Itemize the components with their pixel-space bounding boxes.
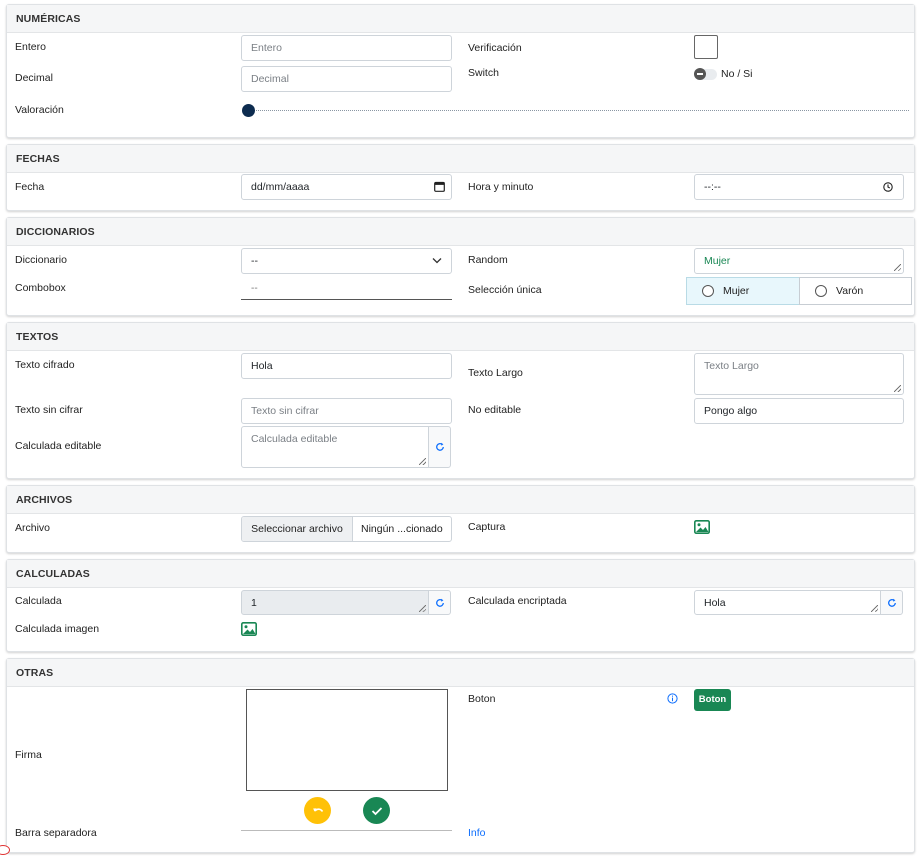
calculada-editable-refresh-button[interactable] (428, 426, 451, 468)
archivo-label: Archivo (15, 522, 51, 534)
info-link[interactable]: Info (468, 827, 486, 839)
verificacion-checkbox[interactable] (694, 35, 718, 59)
entero-label: Entero (15, 41, 46, 53)
resize-handle[interactable] (894, 264, 901, 271)
random-textarea[interactable]: Mujer (694, 248, 904, 274)
chevron-down-icon (432, 257, 442, 264)
no-editable-label: No editable (468, 404, 522, 416)
refresh-icon (887, 598, 897, 608)
calculada-imagen-label: Calculada imagen (15, 623, 100, 635)
info-icon[interactable] (667, 693, 678, 704)
check-icon (371, 806, 383, 816)
switch-knob (694, 68, 706, 80)
resize-handle[interactable] (419, 605, 426, 612)
texto-largo-textarea[interactable]: Texto Largo (694, 353, 904, 395)
no-editable-input: Pongo algo (694, 398, 904, 424)
switch-label: Switch (468, 67, 499, 79)
firma-canvas[interactable] (246, 689, 448, 791)
calculada-editable-textarea[interactable]: Calculada editable (241, 426, 429, 468)
texto-cifrado-input[interactable]: Hola (241, 353, 452, 379)
section-archivos: ARCHIVOS (6, 485, 915, 553)
calculada-refresh-button[interactable] (428, 590, 451, 615)
boton-button[interactable]: Boton (694, 689, 731, 711)
resize-handle[interactable] (871, 605, 878, 612)
fecha-input[interactable]: dd/mm/aaaa (241, 174, 452, 200)
calendar-icon[interactable] (434, 181, 445, 192)
calculada-encriptada-label: Calculada encriptada (468, 595, 567, 607)
section-numericas: NUMÉRICAS (6, 4, 915, 138)
firma-confirm-button[interactable] (363, 797, 390, 824)
switch-text: No / Si (721, 68, 753, 80)
image-icon[interactable] (241, 622, 257, 636)
section-title-otras: OTRAS (7, 659, 914, 687)
barra-separadora-line (241, 830, 452, 831)
seleccion-label: Selección única (468, 284, 542, 296)
barra-separadora-label: Barra separadora (15, 827, 97, 839)
radio-circle (702, 285, 714, 297)
diccionario-value: -- (251, 255, 258, 267)
select-file-button[interactable]: Seleccionar archivo (242, 517, 353, 541)
calculada-encriptada-refresh-button[interactable] (880, 590, 903, 615)
calculada-editable-label: Calculada editable (15, 440, 102, 452)
captura-label: Captura (468, 521, 506, 533)
clock-icon[interactable] (883, 182, 893, 192)
switch-toggle[interactable] (694, 68, 717, 80)
combobox-input[interactable]: -- (241, 280, 452, 300)
archivo-file-input[interactable]: Seleccionar archivo Ningún ...cionado (241, 516, 452, 542)
section-title-calculadas: CALCULADAS (7, 560, 914, 588)
verificacion-label: Verificación (468, 42, 522, 54)
boton-label: Boton (468, 693, 496, 705)
section-title-textos: TEXTOS (7, 323, 914, 351)
section-title-numericas: NUMÉRICAS (7, 5, 914, 33)
random-label: Random (468, 254, 508, 266)
texto-sin-cifrar-label: Texto sin cifrar (15, 404, 83, 416)
section-title-fechas: FECHAS (7, 145, 914, 173)
texto-largo-label: Texto Largo (468, 367, 523, 379)
calculada-value: 1 (251, 597, 257, 609)
calculada-encriptada-value: Hola (704, 597, 726, 609)
decimal-input[interactable]: Decimal (241, 66, 452, 92)
valoracion-label: Valoración (15, 104, 64, 116)
texto-sin-cifrar-input[interactable]: Texto sin cifrar (241, 398, 452, 424)
refresh-icon (435, 598, 445, 608)
refresh-icon (435, 442, 445, 452)
hora-value: --:-- (704, 181, 721, 193)
section-otras: OTRAS (6, 658, 915, 853)
file-status: Ningún ...cionado (361, 523, 443, 535)
radio-option-mujer[interactable]: Mujer (686, 277, 800, 305)
combobox-label: Combobox (15, 282, 66, 294)
combobox-value: -- (251, 283, 258, 294)
fecha-label: Fecha (15, 181, 45, 193)
diccionario-select[interactable]: -- (241, 248, 452, 274)
texto-cifrado-label: Texto cifrado (15, 359, 75, 371)
radio-option-varon[interactable]: Varón (799, 277, 912, 305)
firma-label: Firma (15, 749, 42, 761)
radio-label-varon: Varón (836, 285, 864, 297)
section-title-diccionarios: DICCIONARIOS (7, 218, 914, 246)
decimal-label: Decimal (15, 72, 53, 84)
calculada-textarea: 1 (241, 590, 429, 615)
diccionario-label: Diccionario (15, 254, 67, 266)
entero-input[interactable]: Entero (241, 35, 452, 61)
radio-circle (815, 285, 827, 297)
calculada-encriptada-textarea[interactable]: Hola (694, 590, 881, 615)
calculada-label: Calculada (15, 595, 62, 607)
fecha-value: dd/mm/aaaa (251, 181, 310, 193)
random-value: Mujer (704, 255, 731, 267)
chat-bubble-icon[interactable] (0, 845, 10, 855)
hora-input[interactable]: --:-- (694, 174, 904, 200)
undo-icon (312, 806, 324, 816)
radio-label-mujer: Mujer (723, 285, 750, 297)
calculada-editable-value: Calculada editable (251, 433, 338, 445)
valoracion-slider-thumb[interactable] (242, 104, 255, 117)
section-title-archivos: ARCHIVOS (7, 486, 914, 514)
texto-largo-value: Texto Largo (704, 360, 759, 372)
hora-label: Hora y minuto (468, 181, 534, 193)
firma-undo-button[interactable] (304, 797, 331, 824)
resize-handle[interactable] (419, 458, 426, 465)
valoracion-slider-track[interactable] (249, 110, 909, 111)
image-icon[interactable] (694, 520, 710, 534)
resize-handle[interactable] (894, 385, 901, 392)
